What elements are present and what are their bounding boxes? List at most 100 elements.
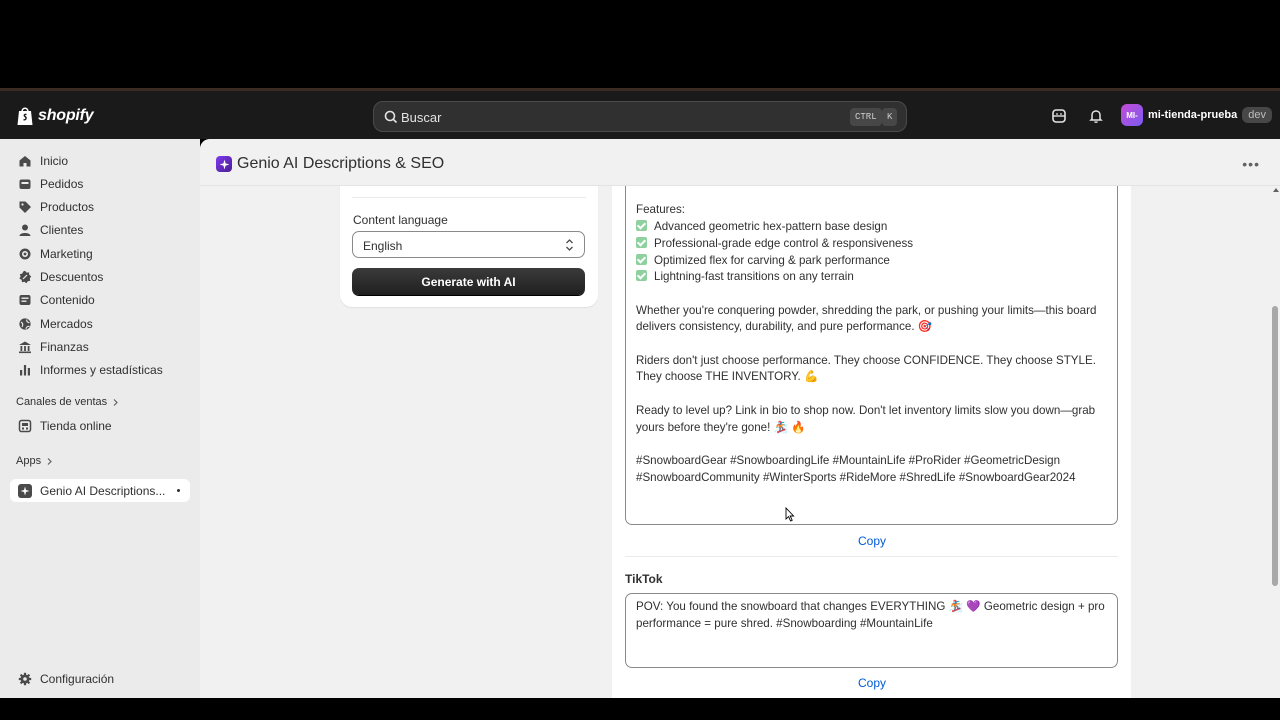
sidebar-item-descuentos[interactable]: Descuentos [18, 268, 103, 286]
sidebar-item-label: Productos [40, 200, 95, 214]
sidebar-item-clientes[interactable]: Clientes [18, 221, 83, 239]
tiktok-caption-textarea[interactable]: POV: You found the snowboard that change… [625, 593, 1118, 668]
copy-instagram-button[interactable]: Copy [858, 534, 886, 548]
sidebar-item-informes[interactable]: Informes y estadísticas [18, 361, 163, 379]
content-language-value: English [363, 239, 403, 253]
sidekick-icon[interactable] [1050, 107, 1068, 125]
discount-icon [19, 270, 32, 284]
caption-line: performance = pure shred. #Snowboarding … [636, 616, 933, 630]
screen: shopify Buscar CTRL K MI- mi-tienda-prue… [0, 0, 1280, 720]
caption-line: They choose THE INVENTORY. 💪 [636, 370, 819, 384]
search-placeholder: Buscar [401, 110, 442, 125]
checkbox-emoji-icon [636, 236, 647, 248]
section-divider [625, 556, 1118, 557]
shopify-logo[interactable]: shopify [16, 105, 94, 126]
shopify-bag-icon [17, 107, 33, 125]
content-language-label: Content language [353, 213, 448, 227]
caption-line: POV: You found the snowboard that change… [636, 600, 1105, 613]
content-icon [19, 295, 31, 305]
checkbox-emoji-icon [636, 253, 647, 265]
social-posts-card: jaw-dropping style. 💜 ✨ Features:Advance… [612, 153, 1131, 698]
caption-line [636, 436, 1107, 453]
sidebar-item-tienda-online[interactable]: Tienda online [18, 417, 112, 435]
sidebar-item-mercados[interactable]: Mercados [18, 315, 93, 333]
checkbox-emoji-icon [636, 220, 647, 232]
sidebar-item-finanzas[interactable]: Finanzas [18, 338, 89, 356]
kbd-ctrl: CTRL [850, 108, 882, 126]
globe-icon [19, 318, 31, 330]
scroll-up-arrow-icon[interactable] [1273, 187, 1279, 193]
sidebar-item-label: Contenido [40, 293, 95, 307]
sidebar-item-genio-app[interactable]: Genio AI Descriptions... [10, 479, 190, 502]
kbd-k: K [882, 108, 898, 126]
caption-line: #SnowboardGear #SnowboardingLife #Mounta… [636, 453, 1061, 467]
chart-icon [20, 365, 30, 376]
caption-line [636, 386, 1107, 403]
top-bar: shopify Buscar CTRL K MI- mi-tienda-prue… [0, 88, 1280, 139]
sidebar-item-inicio[interactable]: Inicio [18, 152, 68, 170]
sidebar-item-label: Pedidos [40, 177, 84, 191]
chevron-right-icon [47, 457, 52, 465]
dev-badge: dev [1242, 107, 1272, 123]
caption-line: Lightning-fast transitions on any terrai… [636, 269, 1107, 286]
sidebar-item-pedidos[interactable]: Pedidos [18, 175, 83, 193]
person-icon [19, 224, 31, 236]
more-actions-button[interactable]: ••• [1242, 157, 1260, 171]
instagram-caption-textarea[interactable]: jaw-dropping style. 💜 ✨ Features:Advance… [625, 153, 1118, 525]
apps-label: Apps [16, 455, 42, 467]
store-avatar: MI- [1121, 104, 1143, 126]
generate-with-ai-button[interactable]: Generate with AI [352, 268, 585, 295]
tiktok-caption-text: POV: You found the snowboard that change… [636, 599, 1107, 632]
caption-line-text: Lightning-fast transitions on any terrai… [654, 270, 854, 284]
scrollbar-thumb[interactable] [1272, 306, 1278, 586]
bell-icon[interactable] [1087, 107, 1105, 125]
caption-line: #SnowboardCommunity #WinterSports #RideM… [636, 470, 1076, 484]
content-language-select[interactable]: English [352, 231, 585, 258]
copy-tiktok-button[interactable]: Copy [858, 676, 886, 690]
sidebar-item-productos[interactable]: Productos [18, 198, 94, 216]
caption-line-text: Optimized flex for carving & park perfor… [654, 253, 890, 267]
sidebar-item-label: Informes y estadísticas [40, 363, 163, 377]
apps-section[interactable]: Apps [16, 455, 53, 467]
instagram-caption-text: jaw-dropping style. 💜 ✨ Features:Advance… [636, 169, 1107, 486]
app-title: Genio AI Descriptions & SEO [237, 155, 445, 172]
pin-dot [177, 489, 180, 492]
select-chevron-icon [566, 239, 573, 251]
sidebar-item-contenido[interactable]: Contenido [18, 291, 95, 309]
caption-line [636, 286, 1107, 303]
sidebar-item-label: Clientes [40, 223, 84, 237]
search-bar[interactable]: Buscar CTRL K [373, 101, 907, 132]
caption-line: Advanced geometric hex-pattern base desi… [636, 219, 1107, 236]
checkbox-emoji-icon [636, 270, 647, 282]
store-name: mi-tienda-prueba [1148, 109, 1238, 121]
target-icon [19, 248, 31, 260]
sidebar-item-configuracion[interactable]: Configuración [18, 670, 114, 688]
caption-line: Whether you're conquering powder, shredd… [636, 303, 1097, 317]
app-sparkle-icon [18, 483, 32, 498]
store-switcher[interactable]: MI- mi-tienda-prueba dev [1121, 104, 1272, 126]
caption-line: Professional-grade edge control & respon… [636, 236, 1107, 253]
main-content: Content language English Generate with A… [200, 139, 1280, 698]
caption-line: yours before they're gone! 🏂 🔥 [636, 420, 806, 434]
caption-line: Optimized flex for carving & park perfor… [636, 253, 1107, 270]
bank-icon [19, 341, 31, 354]
app-header: Genio AI Descriptions & SEO ••• [200, 139, 1280, 186]
sidebar-item-marketing[interactable]: Marketing [18, 245, 93, 263]
generator-settings-card: Content language English Generate with A… [340, 173, 598, 307]
mouse-cursor-icon [785, 507, 795, 522]
sales-channels-section[interactable]: Canales de ventas [16, 396, 119, 408]
caption-line: Riders don't just choose performance. Th… [636, 353, 1096, 367]
sidebar-item-label: Descuentos [40, 270, 104, 284]
sidebar-item-label: Finanzas [40, 340, 89, 354]
store-icon [18, 419, 32, 433]
caption-line: delivers consistency, durability, and pu… [636, 320, 933, 334]
tag-icon [19, 201, 31, 213]
sidebar-item-label: Configuración [40, 672, 115, 686]
sidebar-item-label: Inicio [40, 154, 69, 168]
sidebar-item-label: Marketing [40, 247, 93, 261]
home-icon [19, 156, 31, 167]
sidebar: Inicio Pedidos Productos Clientes Market… [0, 139, 200, 698]
gear-icon [18, 672, 32, 686]
orders-icon [19, 179, 31, 189]
caption-line-text: Advanced geometric hex-pattern base desi… [654, 220, 888, 234]
